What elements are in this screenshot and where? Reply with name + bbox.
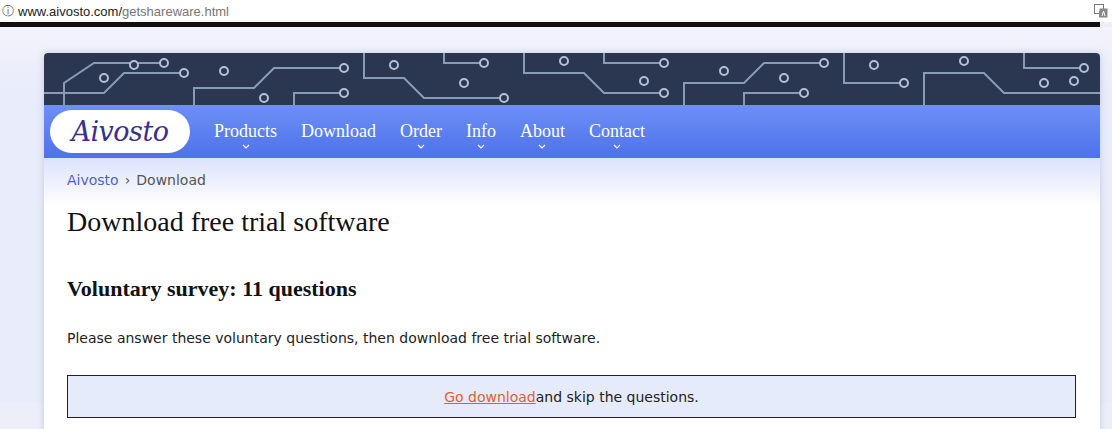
page-card: Aivosto Products Download Order Info About Con… xyxy=(44,53,1100,429)
skip-text: and skip the questions. xyxy=(536,389,699,405)
logo[interactable]: Aivosto xyxy=(50,110,190,153)
chevron-down-icon xyxy=(417,144,425,149)
skip-box: Go download and skip the questions. xyxy=(67,375,1076,418)
nav-item[interactable]: Order xyxy=(400,114,442,149)
chevron-down-icon xyxy=(613,144,621,149)
nav-bar: Aivosto Products Download Order Info About Con… xyxy=(44,105,1100,158)
browser-window: ⓘ www.aivosto.com/getshareware.html Aivost… xyxy=(0,0,1112,429)
breadcrumb-current: Download xyxy=(136,170,206,190)
url-text[interactable]: www.aivosto.com/getshareware.html xyxy=(18,4,1094,19)
breadcrumb-link[interactable]: Aivosto xyxy=(67,170,119,190)
chevron-down-icon xyxy=(477,144,485,149)
go-download-link[interactable]: Go download xyxy=(444,389,536,405)
page-viewport: Aivosto Products Download Order Info About Con… xyxy=(0,27,1112,403)
survey-heading: Voluntary survey: 11 questions xyxy=(67,276,1077,302)
page-title: Download free trial software xyxy=(67,206,1077,238)
nav-item[interactable]: Download xyxy=(301,114,376,149)
translate-icon[interactable] xyxy=(1094,4,1108,18)
nav-item[interactable]: About xyxy=(520,114,565,149)
nav-item[interactable]: Products xyxy=(214,114,277,149)
address-bar[interactable]: ⓘ www.aivosto.com/getshareware.html xyxy=(0,0,1112,22)
circuit-banner-icon xyxy=(44,53,1100,105)
chevron-down-icon xyxy=(242,144,250,149)
info-icon[interactable]: ⓘ xyxy=(2,3,14,20)
breadcrumb: Aivosto ›Download xyxy=(67,170,1077,190)
breadcrumb-separator: › xyxy=(125,170,131,190)
survey-intro: Please answer these voluntary questions,… xyxy=(67,328,1077,348)
chevron-down-icon xyxy=(538,144,546,149)
content: Aivosto ›Download Download free trial soft… xyxy=(44,158,1100,418)
nav-item[interactable]: Info xyxy=(466,114,496,149)
nav-item[interactable]: Contact xyxy=(589,114,645,149)
